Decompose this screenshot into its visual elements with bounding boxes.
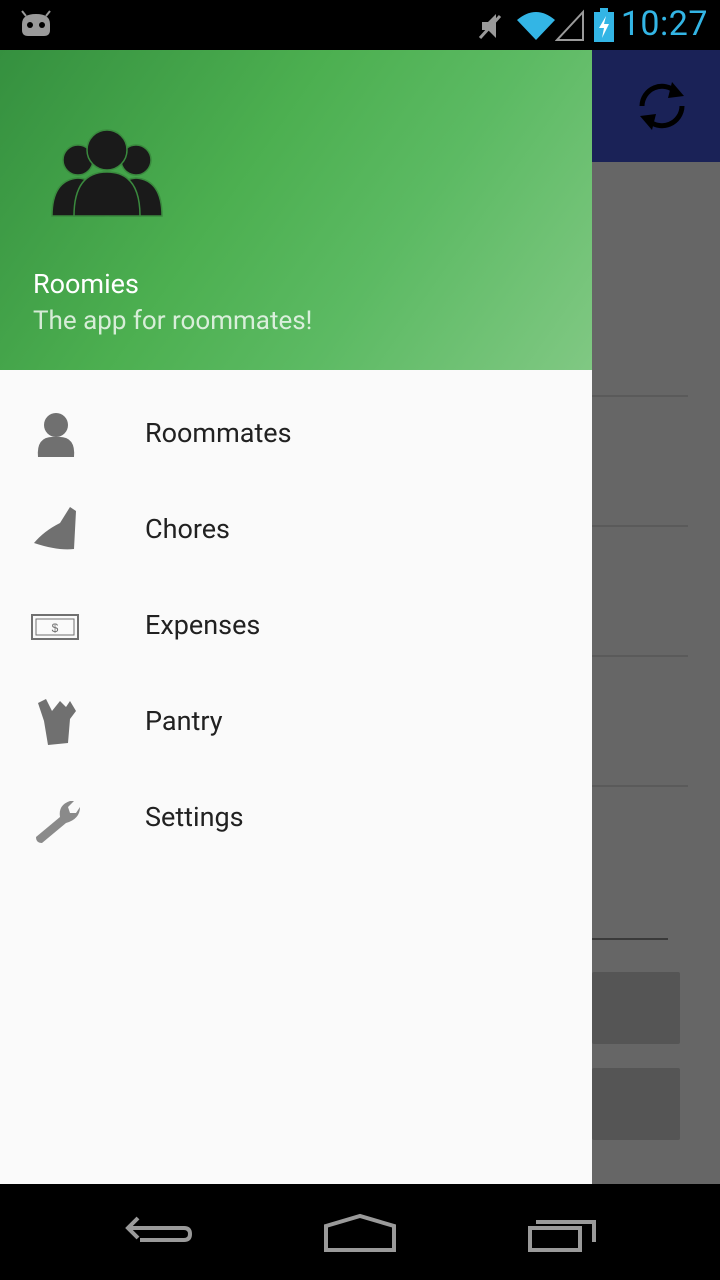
money-bill-icon: $ (31, 614, 79, 640)
status-time: 10:27 (620, 4, 708, 44)
back-icon[interactable] (80, 1184, 240, 1280)
drawer-item-roommates[interactable]: Roommates (0, 387, 592, 483)
grocery-bag-icon (38, 699, 76, 745)
svg-text:$: $ (52, 621, 59, 635)
navigation-drawer: Roomies The app for roommates! Roommates… (0, 50, 592, 1184)
group-icon (51, 129, 163, 217)
divider (592, 395, 688, 397)
divider (592, 525, 688, 527)
drawer-item-label: Roommates (145, 417, 292, 449)
drawer-item-label: Pantry (145, 705, 223, 737)
status-bar: 10:27 (0, 0, 720, 50)
home-icon[interactable] (280, 1184, 440, 1280)
background-button (592, 972, 680, 1044)
app-subtitle: The app for roommates! (33, 306, 313, 336)
drawer-item-chores[interactable]: Chores (0, 483, 592, 579)
drawer-item-label: Expenses (145, 609, 261, 641)
background-button (592, 1068, 680, 1140)
drawer-item-expenses[interactable]: $ Expenses (0, 579, 592, 675)
person-icon (37, 413, 75, 457)
drawer-item-label: Chores (145, 513, 230, 545)
divider (592, 785, 688, 787)
wifi-icon (517, 12, 555, 40)
signal-icon (555, 9, 584, 41)
android-debug-icon (21, 10, 51, 36)
recent-apps-icon[interactable] (480, 1184, 640, 1280)
wrench-icon (36, 801, 80, 843)
drawer-item-pantry[interactable]: Pantry (0, 675, 592, 771)
app-title: Roomies (33, 268, 139, 300)
system-nav-bar (0, 1184, 720, 1280)
battery-charging-icon (594, 8, 614, 42)
drawer-item-label: Settings (145, 801, 244, 833)
divider (592, 655, 688, 657)
drawer-header: Roomies The app for roommates! (0, 50, 592, 370)
vibrate-mute-icon (478, 14, 502, 40)
divider (592, 938, 668, 940)
drawer-item-settings[interactable]: Settings (0, 771, 592, 867)
refresh-icon[interactable] (632, 80, 692, 132)
broom-icon (34, 507, 76, 550)
